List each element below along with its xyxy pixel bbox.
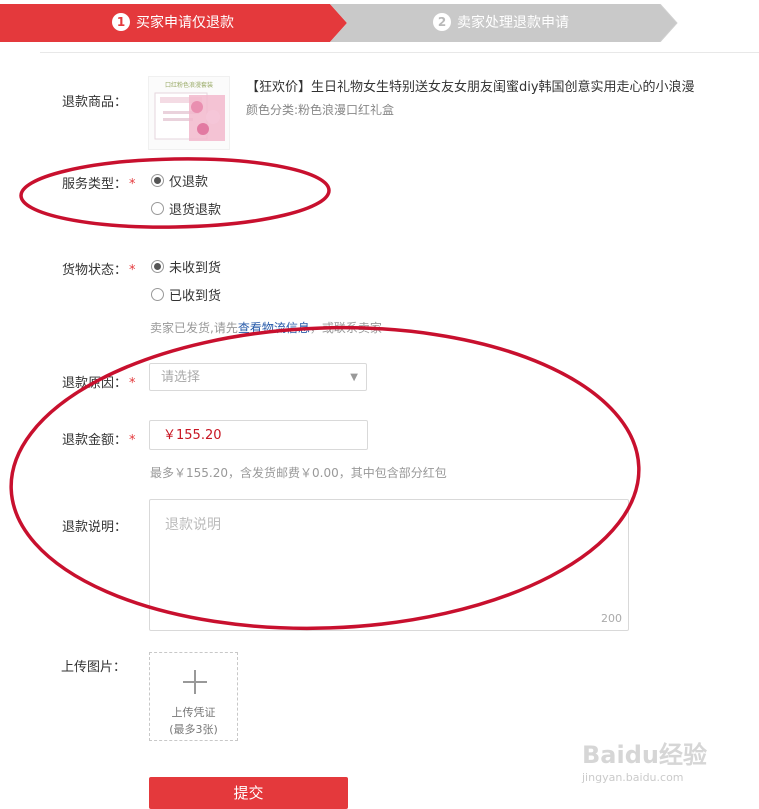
- step-1-number: 1: [112, 13, 130, 31]
- reason-select-value: 请选择: [161, 370, 201, 385]
- step-progress-bar: 1 买家申请仅退款 2 卖家处理退款申请: [0, 4, 759, 42]
- product-image-text: 口红粉色浪漫套装: [165, 81, 213, 89]
- upload-text: 上传凭证: [171, 706, 216, 719]
- watermark-url: jingyan.baidu.com: [582, 771, 684, 784]
- plus-icon: [183, 670, 207, 694]
- radio-checked-icon: [151, 260, 164, 273]
- step-2-label: 卖家处理退款申请: [457, 15, 569, 31]
- amount-label-text: 退款金额：: [62, 433, 128, 448]
- goods-status-received[interactable]: 已收到货: [151, 285, 221, 304]
- product-title[interactable]: 【狂欢价】生日礼物女生特别送女友女朋友闺蜜diy韩国创意实用走心的小浪漫: [246, 76, 695, 95]
- submit-button[interactable]: 提交: [149, 777, 348, 809]
- description-label: 退款说明：: [62, 520, 128, 535]
- goods-status-not-received[interactable]: 未收到货: [151, 257, 221, 276]
- goods-status-option-label: 已收到货: [169, 289, 222, 304]
- required-mark: *: [129, 376, 136, 391]
- divider: [40, 52, 759, 53]
- chevron-down-icon: ▼: [350, 372, 358, 383]
- goods-status-hint: 卖家已发货,请先查看物流信息，或联系卖家: [150, 319, 382, 336]
- product-label: 退款商品：: [62, 95, 128, 110]
- required-mark: *: [129, 263, 136, 278]
- description-textarea[interactable]: 退款说明 200: [149, 499, 629, 631]
- step-2: 2 卖家处理退款申请: [433, 4, 569, 42]
- service-type-refund-only[interactable]: 仅退款: [151, 171, 208, 190]
- step-2-number: 2: [433, 13, 451, 31]
- step-1: 1 买家申请仅退款: [112, 4, 234, 42]
- reason-label: 退款原因： *: [62, 372, 136, 391]
- service-type-option-label: 退货退款: [169, 203, 222, 218]
- reason-label-text: 退款原因：: [62, 376, 128, 391]
- goods-status-label: 货物状态： *: [62, 259, 136, 278]
- view-logistics-link[interactable]: 查看物流信息: [238, 321, 310, 335]
- required-mark: *: [129, 433, 136, 448]
- service-type-label: 服务类型： *: [62, 173, 136, 192]
- service-type-option-label: 仅退款: [169, 175, 209, 190]
- reason-select[interactable]: 请选择 ▼: [149, 363, 367, 391]
- product-image[interactable]: 口红粉色浪漫套装: [148, 76, 230, 150]
- amount-hint: 最多￥155.20，含发货邮费￥0.00，其中包含部分红包: [150, 466, 447, 480]
- upload-proof-button[interactable]: 上传凭证 (最多3张): [149, 652, 238, 741]
- char-limit: 200: [601, 612, 622, 625]
- product-spec: 颜色分类:粉色浪漫口红礼盒: [246, 103, 395, 117]
- upload-subtext: (最多3张): [169, 723, 218, 736]
- radio-unchecked-icon: [151, 288, 164, 301]
- description-placeholder: 退款说明: [165, 517, 221, 533]
- step-1-label: 买家申请仅退款: [136, 15, 234, 31]
- product-thumbnail: 口红粉色浪漫套装: [149, 77, 229, 149]
- goods-status-label-text: 货物状态：: [62, 263, 128, 278]
- annotation-ellipse-service-type: [19, 157, 331, 229]
- upload-label: 上传图片：: [61, 660, 127, 675]
- hint-prefix: 卖家已发货,请先: [150, 321, 238, 335]
- amount-input[interactable]: ￥155.20: [149, 420, 368, 450]
- amount-label: 退款金额： *: [62, 429, 136, 448]
- baidu-watermark: Baidu经验: [582, 741, 707, 769]
- radio-checked-icon: [151, 174, 164, 187]
- service-type-return-refund[interactable]: 退货退款: [151, 199, 221, 218]
- service-type-label-text: 服务类型：: [62, 177, 128, 192]
- radio-unchecked-icon: [151, 202, 164, 215]
- goods-status-option-label: 未收到货: [169, 261, 222, 276]
- hint-suffix: ，或联系卖家: [309, 321, 382, 335]
- required-mark: *: [129, 177, 136, 192]
- annotation-overlay: [9, 157, 641, 631]
